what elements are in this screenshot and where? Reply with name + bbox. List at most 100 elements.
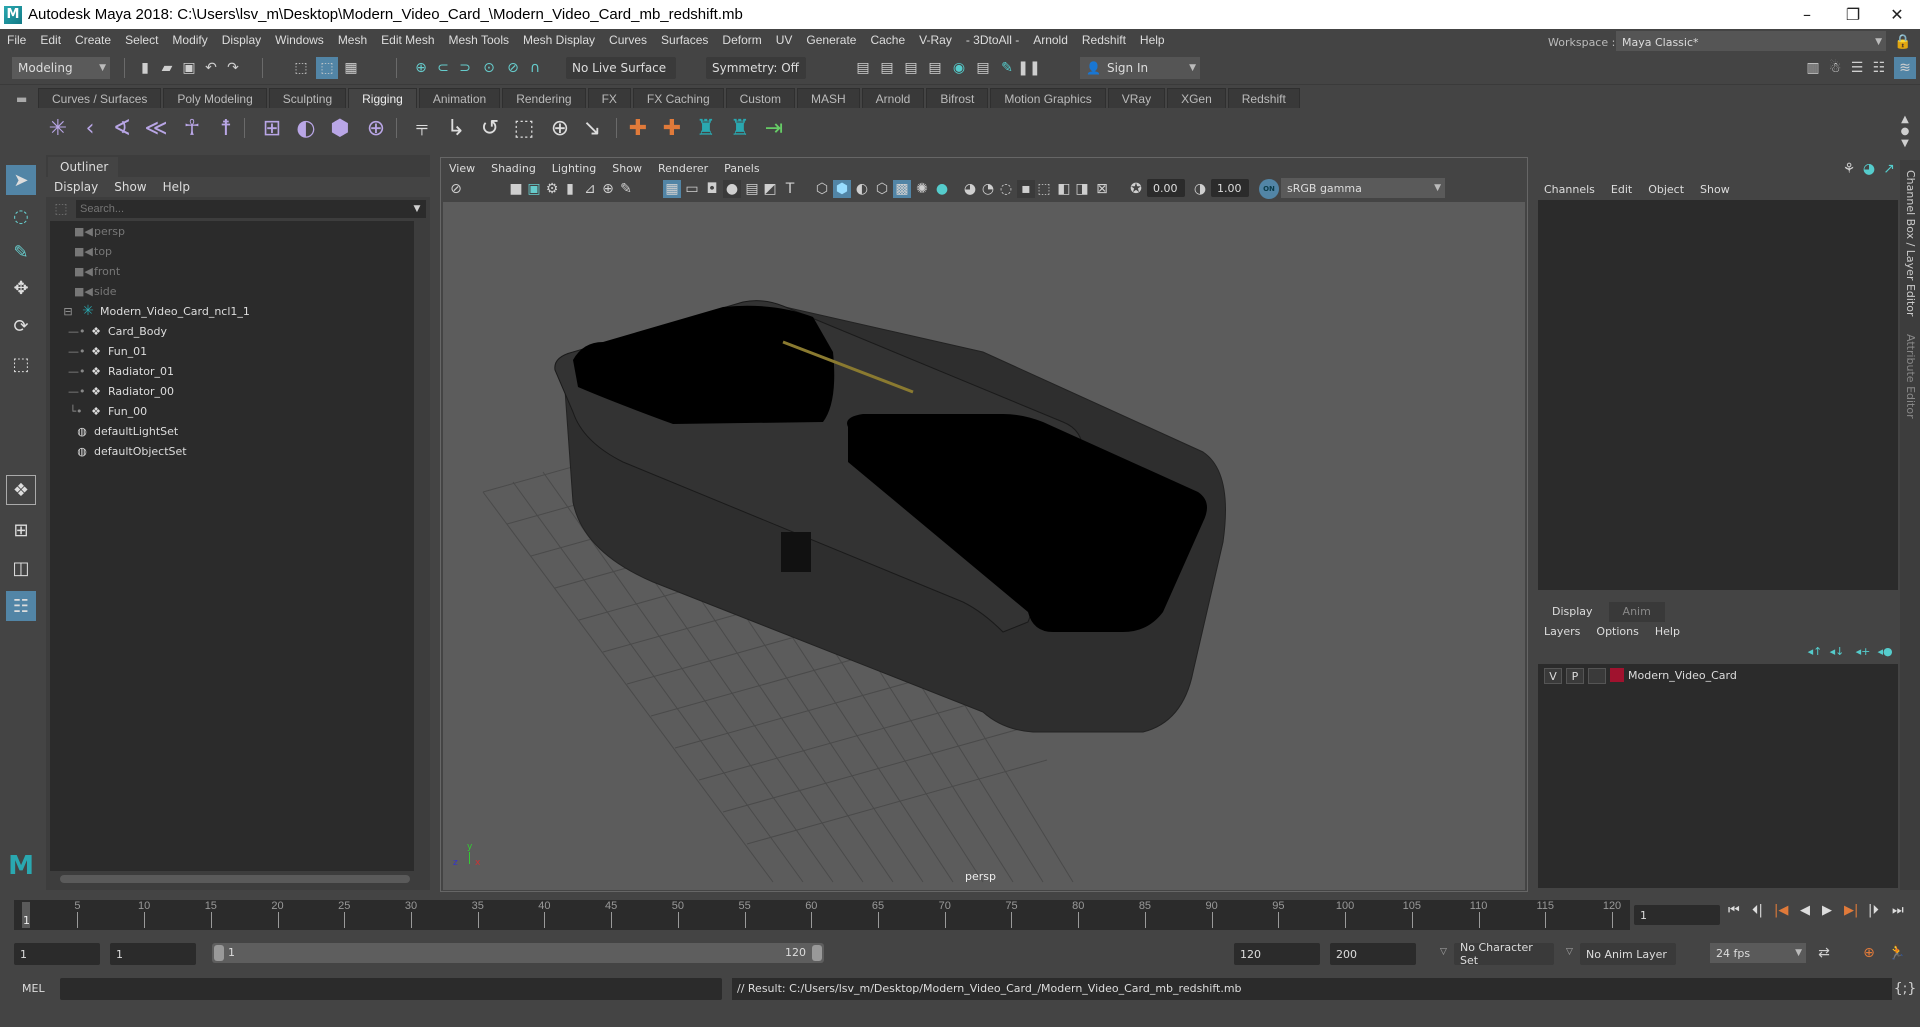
new-scene-icon[interactable]: ▮ [136,59,154,77]
move-layer-down-icon[interactable]: ◂↓ [1828,642,1846,660]
shelf-scroll-down-icon[interactable]: ▼ [1896,134,1914,152]
render-settings-icon[interactable]: ▤ [926,59,944,77]
step-forward-frame-icon[interactable]: |⏵ [1868,903,1879,918]
open-scene-icon[interactable]: ▰ [158,59,176,77]
light-editor-icon[interactable]: ✎ [998,59,1016,77]
menu-curves[interactable]: Curves [602,33,654,47]
viewport-menu-lighting[interactable]: Lighting [544,162,604,175]
safe-action-icon[interactable]: ◩ [761,180,779,198]
shelf-tab-fx[interactable]: FX [587,88,631,108]
shelf-tab-rigging[interactable]: Rigging [348,88,417,108]
outliner-item-fun-01[interactable]: —• ❖ Fun_01 [68,341,147,361]
redo-icon[interactable]: ↷ [224,59,242,77]
menu-uv[interactable]: UV [769,33,800,47]
outliner-item-fun-00[interactable]: └• ❖ Fun_00 [68,401,147,421]
wireframe-on-shaded-icon[interactable]: ⬡ [873,180,891,198]
xray-icon[interactable]: ◧ [1055,180,1073,198]
fps-dropdown[interactable]: 24 fps ▼ [1710,943,1806,963]
menu-modify[interactable]: Modify [165,33,214,47]
outliner-item-card-body[interactable]: —• ❖ Card_Body [68,321,167,341]
shelf-tab-xgen[interactable]: XGen [1167,88,1226,108]
shelf-tab-sculpting[interactable]: Sculpting [268,88,347,108]
menu-edit-mesh[interactable]: Edit Mesh [374,33,441,47]
four-view-layout-icon[interactable]: ⊞ [6,515,36,545]
step-back-key-icon[interactable]: |◀ [1774,903,1788,918]
animation-preferences-icon[interactable]: 🏃 [1888,944,1906,962]
select-camera-icon[interactable]: ■ [507,180,525,198]
tool-settings-icon[interactable]: ☷ [1870,59,1888,77]
menu-mesh[interactable]: Mesh [331,33,374,47]
script-editor-icon[interactable]: {;} [1894,980,1917,998]
view-transform-dropdown[interactable]: sRGB gamma ▼ [1281,178,1445,198]
restore-button[interactable]: ❐ [1830,0,1876,29]
resolution-gate-icon[interactable]: ◘ [703,180,721,198]
exposure-field[interactable]: 0.00 [1147,179,1185,197]
menu-surfaces[interactable]: Surfaces [654,33,715,47]
menu-3dtoall[interactable]: - 3DtoAll - [959,33,1026,47]
ik-handle-icon[interactable]: ∢ [108,114,136,142]
shelf-menu-icon[interactable]: ▬ [16,92,27,106]
outliner-item-radiator-01[interactable]: —• ❖ Radiator_01 [68,361,174,381]
layer-tab-display[interactable]: Display [1538,602,1607,622]
channel-box-menu-edit[interactable]: Edit [1603,183,1640,196]
pause-icon[interactable]: ❚❚ [1017,59,1040,77]
mash-network-icon[interactable]: ♜ [692,114,720,142]
outliner-horizontal-scrollbar[interactable] [60,875,410,883]
snap-live-icon[interactable]: ⊘ [504,59,522,77]
snap-magnet-icon[interactable]: ∩ [526,59,544,77]
time-slider-track[interactable]: 5 10 15 20 25 30 35 40 45 50 55 60 65 70 75 80 85 90 95 100… [14,900,1630,930]
menuset-dropdown[interactable]: Modeling ▼ [12,57,110,79]
bookmark-icon[interactable]: ▮ [561,180,579,198]
grid-toggle-icon[interactable]: ▦ [663,180,681,198]
layer-color-swatch[interactable] [1610,668,1624,682]
character-set-dropdown[interactable]: No Character Set [1454,941,1554,967]
step-back-frame-icon[interactable]: ⏴| [1752,903,1763,918]
close-button[interactable]: ✕ [1874,0,1920,29]
insert-joint-icon[interactable]: ‹ [76,114,104,142]
locator-icon[interactable]: ✚ [624,114,652,142]
chevron-down-icon[interactable]: ▼ [408,200,426,218]
use-all-lights-icon[interactable]: ✺ [913,180,931,198]
snap-view-plane-icon[interactable]: ⊙ [480,59,498,77]
parent-constraint-icon[interactable]: ⫧ [408,114,436,142]
range-start-handle[interactable] [214,945,224,961]
current-frame-field[interactable]: 1 [1634,905,1720,925]
shelf-tab-mash[interactable]: MASH [796,88,860,108]
shelf-tab-redshift[interactable]: Redshift [1227,88,1300,108]
layer-visibility-toggle[interactable]: V [1544,668,1562,684]
human-ik-icon[interactable]: ☃ [1826,59,1844,77]
layer-row[interactable]: V P Modern_Video_Card [1538,664,1898,688]
sign-in-button[interactable]: 👤 Sign In ▼ [1080,57,1200,79]
connect-locator-icon[interactable]: ✚ [658,114,686,142]
xray-joints-icon[interactable]: ◨ [1073,180,1091,198]
isolate-select-icon[interactable]: ⬚ [1035,180,1053,198]
film-gate-icon[interactable]: ▭ [683,180,701,198]
channel-box-menu-object[interactable]: Object [1640,183,1692,196]
camera-attributes-icon[interactable]: ⚙ [543,180,561,198]
modeling-toolkit-icon[interactable]: ▥ [1804,59,1822,77]
range-end-handle[interactable] [812,945,822,961]
render-frame-icon[interactable]: ▤ [878,59,896,77]
lasso-tool-icon[interactable]: ◌ [6,201,36,231]
snap-point-icon[interactable]: ⊃ [456,59,474,77]
playback-end-field[interactable]: 120 [1234,943,1320,965]
outliner-search-input[interactable] [76,200,426,218]
shelf-tab-bifrost[interactable]: Bifrost [926,88,989,108]
menu-vray[interactable]: V-Ray [912,33,959,47]
layer-playback-toggle[interactable]: P [1566,668,1584,684]
exposure-icon[interactable]: ✪ [1127,180,1145,198]
lattice-icon[interactable]: ⬢ [326,114,354,142]
lock-camera-icon[interactable]: ▣ [525,180,543,198]
outliner-item-group[interactable]: ⊟ ✳ Modern_Video_Card_ncl1_1 [60,301,250,321]
filter-icon[interactable]: ⬚ [52,200,70,218]
step-forward-key-icon[interactable]: ▶| [1844,903,1858,918]
save-scene-icon[interactable]: ▣ [180,59,198,77]
layer-menu-help[interactable]: Help [1647,625,1688,638]
orient-constraint-icon[interactable]: ↺ [476,114,504,142]
screen-space-ao-icon[interactable]: ◕ [961,180,979,198]
channel-box-toggle-icon[interactable]: ⚘ [1840,160,1858,178]
field-chart-icon[interactable]: ▤ [743,180,761,198]
outliner-menu-show[interactable]: Show [106,180,154,194]
play-backwards-icon[interactable]: ◀ [1800,903,1810,918]
outliner-item-default-object-set[interactable]: ◍ defaultObjectSet [74,441,186,461]
